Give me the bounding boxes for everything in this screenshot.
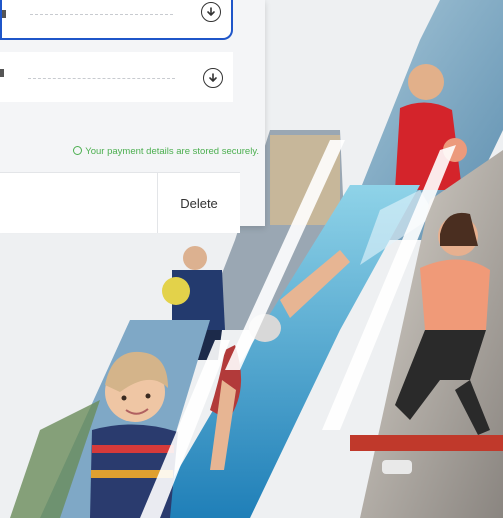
instructor-head (408, 64, 444, 100)
fitness-woman-top (420, 259, 490, 330)
ball (162, 277, 190, 305)
child-head (183, 246, 207, 270)
download-circle-icon[interactable] (201, 2, 221, 22)
card-actions: Delete (0, 172, 240, 233)
payment-details-card: Your payment details are stored securely… (0, 0, 265, 233)
payment-method-row[interactable] (0, 52, 233, 102)
download-circle-icon[interactable] (203, 68, 223, 88)
row-marker (2, 10, 6, 18)
lock-shield-icon (73, 146, 83, 155)
masked-field-line (30, 14, 173, 15)
masked-field-line (28, 78, 175, 79)
payment-method-row-selected[interactable] (0, 0, 233, 40)
security-note-text: Your payment details are stored securely… (85, 146, 259, 157)
delete-button[interactable]: Delete (158, 173, 240, 233)
row-marker (0, 69, 4, 77)
security-note: Your payment details are stored securely… (0, 146, 265, 157)
